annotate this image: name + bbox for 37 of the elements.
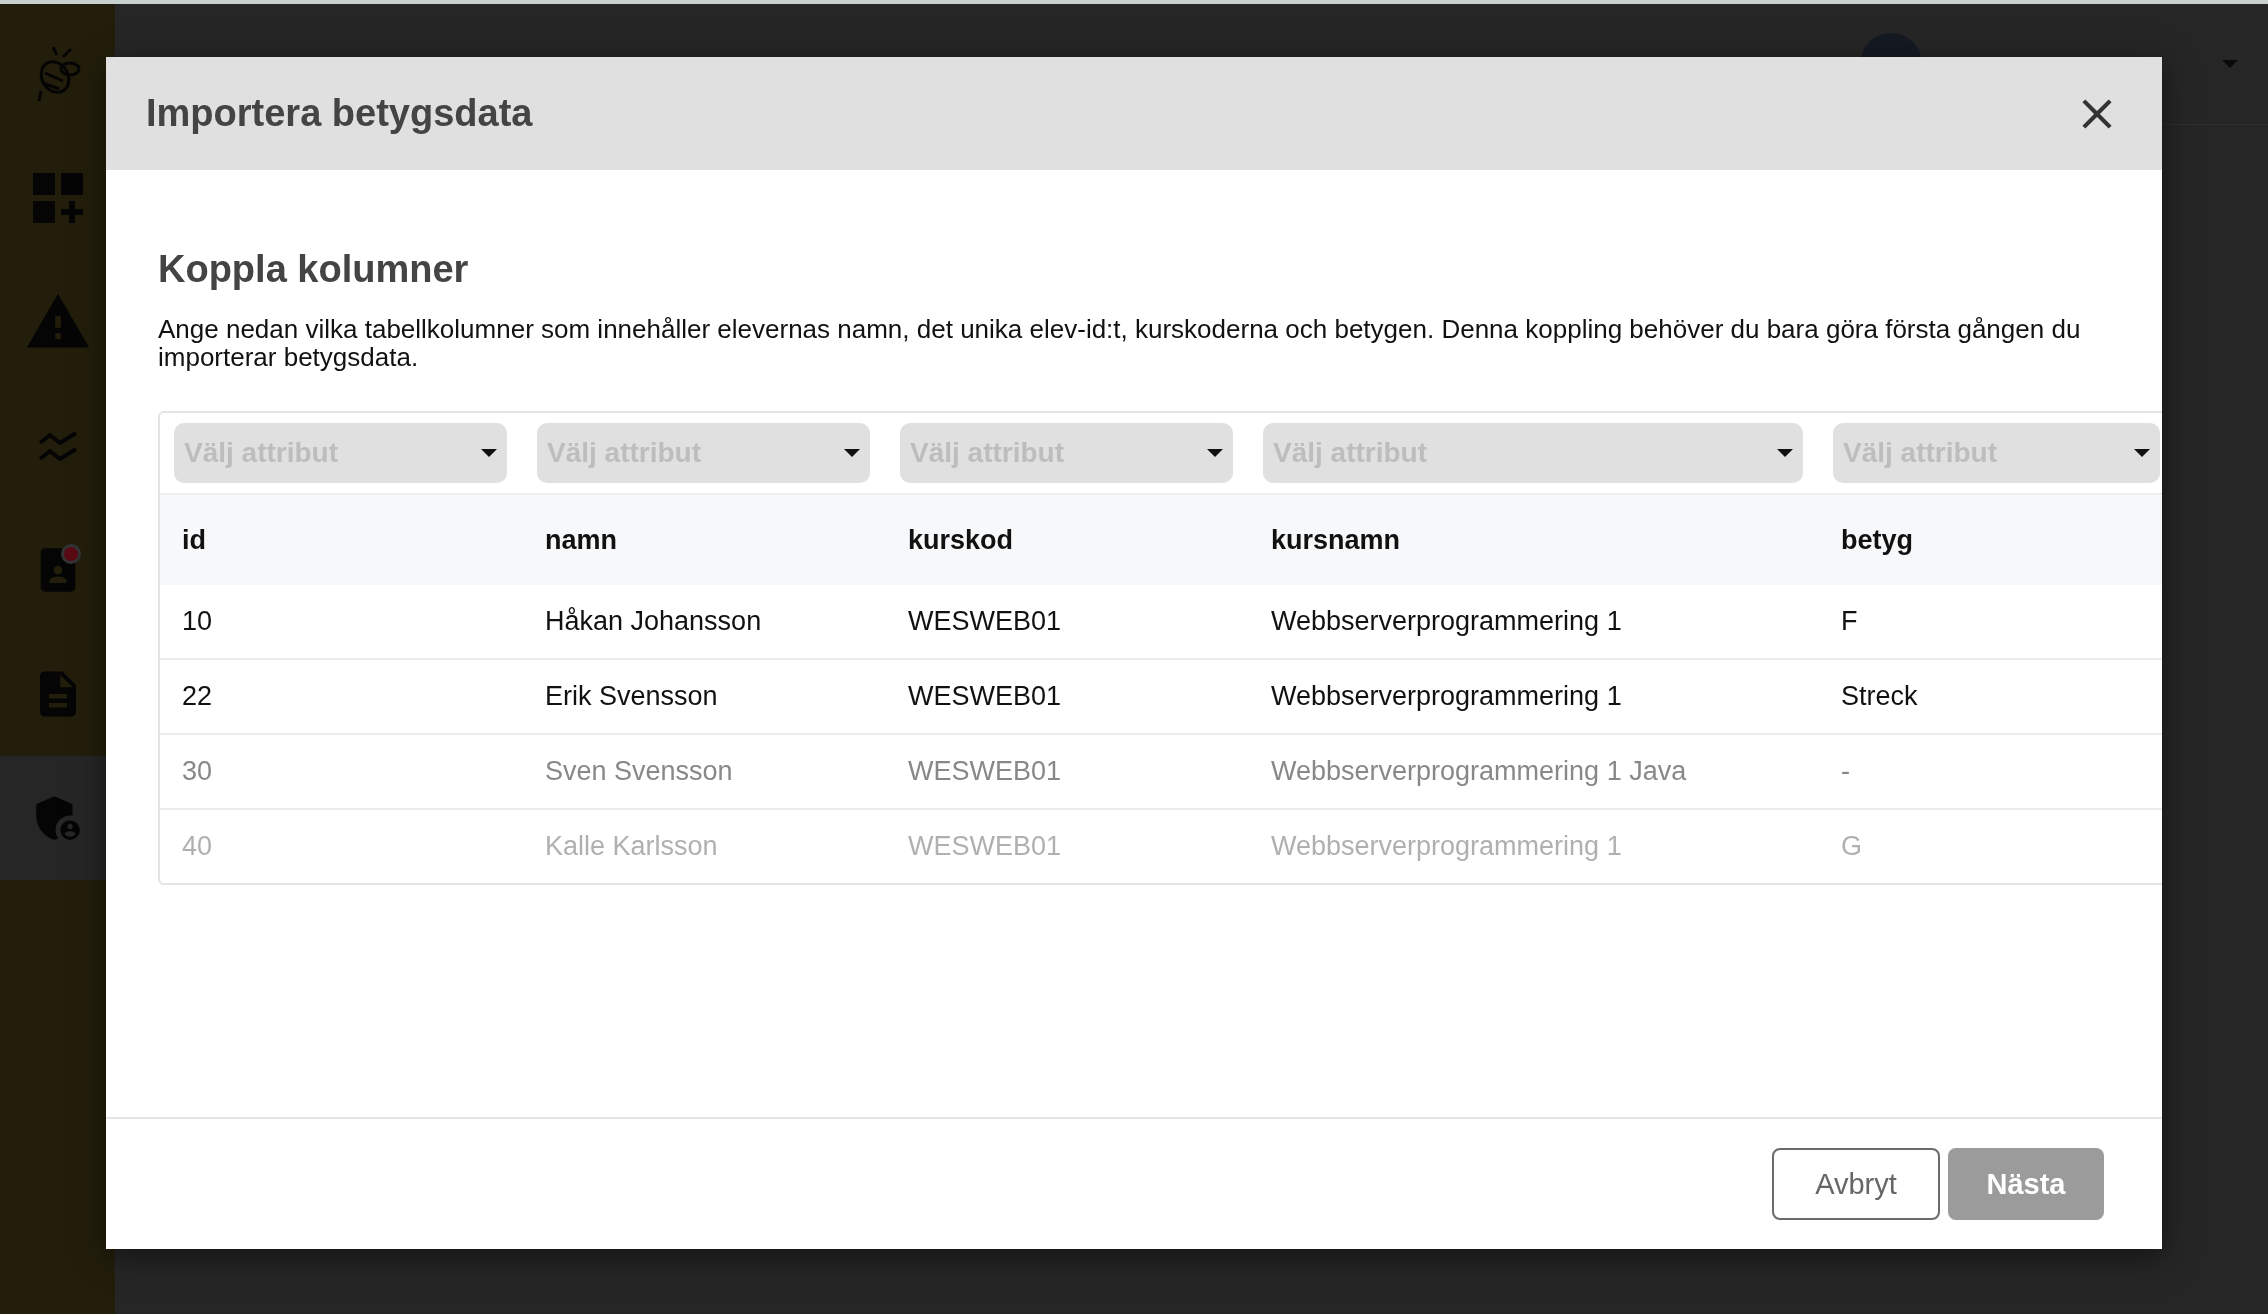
table-cell: 30 xyxy=(160,733,523,808)
table-cell: 22 xyxy=(160,658,523,733)
table-cell: Webbserverprogrammering 1 Java xyxy=(1249,733,1819,808)
column-header: id xyxy=(160,495,523,585)
table-cell-text: Håkan Johansson xyxy=(544,605,763,638)
grid-plus-icon xyxy=(32,173,83,223)
table-cell: G xyxy=(1819,808,2162,883)
caret-icon xyxy=(1777,449,1793,457)
caret-icon xyxy=(1207,449,1223,457)
caret-icon xyxy=(2222,60,2238,68)
column-header: betyg xyxy=(1819,495,2162,585)
table-cell-text: Webbserverprogrammering 1 xyxy=(1270,605,1623,638)
table-cell-text: F xyxy=(1840,605,1859,638)
table-cell: Webbserverprogrammering 1 xyxy=(1249,658,1819,733)
table-cell-text: WESWEB01 xyxy=(907,605,1063,638)
table-cell: Kalle Karlsson xyxy=(523,808,886,883)
column-header: kursnamn xyxy=(1249,495,1819,585)
column-header: namn xyxy=(523,495,886,585)
table-cell: WESWEB01 xyxy=(886,658,1249,733)
caret-icon xyxy=(481,449,497,457)
table-cell: Sven Svensson xyxy=(523,733,886,808)
table-cell: - xyxy=(1819,733,2162,808)
waves-icon xyxy=(37,429,78,463)
table-cell: Webbserverprogrammering 1 xyxy=(1249,808,1819,883)
caret-icon xyxy=(844,449,860,457)
description-text: Ange nedan vilka tabellkolumner som innehåller elevernas namn, det unika elev-id:t, kurskoderna och betygen. Denna koppling behöver du bara göra första gången du importerar betygsdata. xyxy=(158,315,2082,371)
table-cell: Streck xyxy=(1819,658,2162,733)
section-heading: Koppla kolumner xyxy=(158,248,470,291)
dialog-title: Importera betygsdata xyxy=(146,92,533,135)
table-cell: 40 xyxy=(160,808,523,883)
column-header: kurskod xyxy=(886,495,1249,585)
table-cell: WESWEB01 xyxy=(886,733,1249,808)
table-cell: Erik Svensson xyxy=(523,658,886,733)
table-cell: WESWEB01 xyxy=(886,808,1249,883)
caret-icon xyxy=(2134,449,2150,457)
table-cell-text: 10 xyxy=(181,605,214,638)
cancel-button[interactable]: Avbryt xyxy=(1772,1148,1940,1220)
